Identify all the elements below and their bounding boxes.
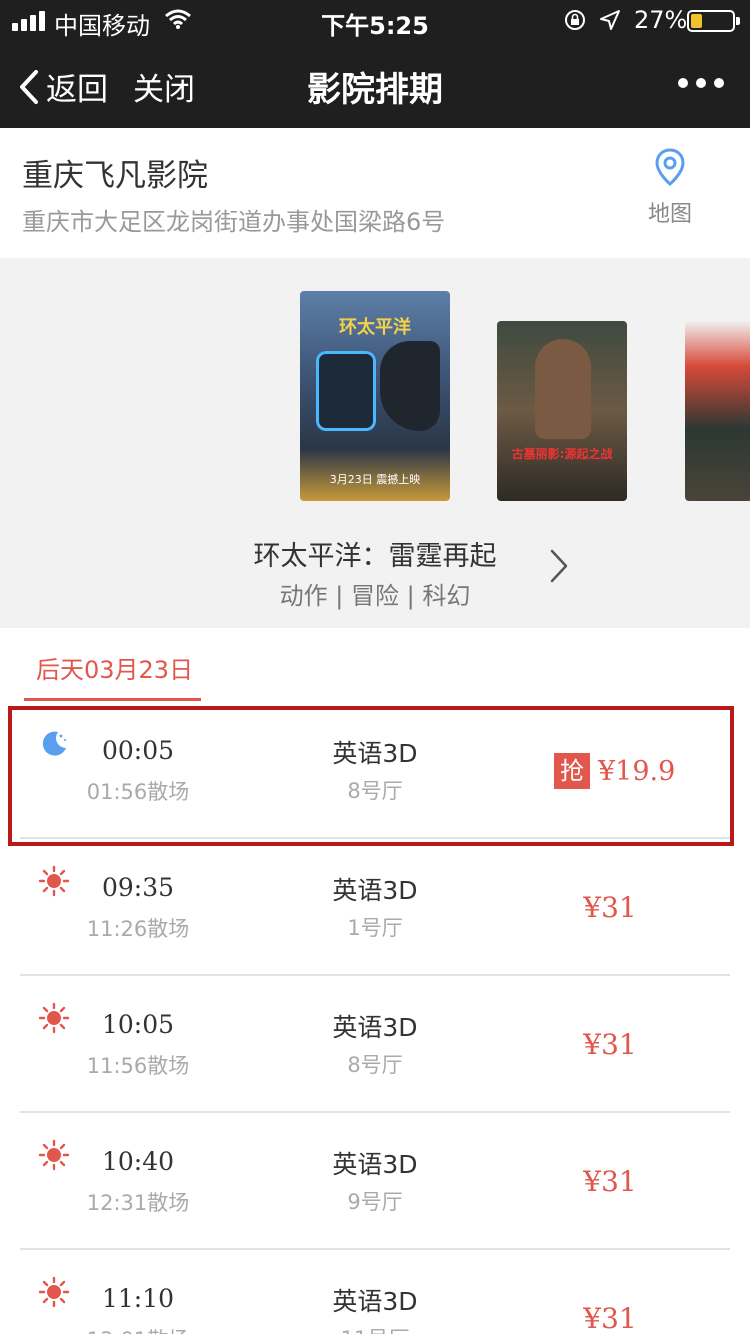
hall-number: 8号厅 [347, 779, 403, 803]
poster-artwork [535, 339, 591, 439]
showtime-row[interactable]: 10:05 11:56散场 英语3D 8号厅 ¥31 [0, 976, 750, 1113]
start-time: 10:05 [101, 1010, 175, 1039]
more-dot-icon [696, 78, 706, 88]
language-format: 英语3D [332, 1150, 418, 1179]
date-tab-bar: 后天03月23日 [0, 628, 750, 702]
cinema-address: 重庆市大足区龙岗街道办事处国梁路6号 [22, 208, 446, 236]
hall-number: 9号厅 [347, 1190, 403, 1214]
cinema-name: 重庆飞凡影院 [22, 158, 208, 194]
showtime-row[interactable]: 00:05 01:56散场 英语3D 8号厅 抢 ¥19.9 [0, 702, 750, 839]
battery-icon [687, 10, 740, 32]
ticket-price[interactable]: ¥31 [560, 1165, 660, 1198]
battery-percentage: 27% [634, 6, 688, 34]
movie-poster[interactable]: 古墓丽影:源起之战 [497, 321, 627, 501]
sun-icon [38, 1276, 70, 1308]
poster-title: 古墓丽影:源起之战 [511, 447, 613, 461]
sun-icon [38, 1139, 70, 1171]
end-time: 11:56散场 [86, 1054, 190, 1078]
start-time: 00:05 [101, 736, 175, 765]
location-arrow-icon [600, 10, 620, 30]
navigation-bar: 返回 关闭 影院排期 [0, 40, 750, 128]
showtime-row[interactable]: 10:40 12:31散场 英语3D 9号厅 ¥31 [0, 1113, 750, 1250]
start-time: 09:35 [101, 873, 175, 902]
ticket-price[interactable]: ¥31 [560, 1028, 660, 1061]
promo-price[interactable]: 抢 ¥19.9 [554, 753, 675, 789]
more-menu-button[interactable] [678, 78, 724, 88]
top-bar: 中国移动 下午5:25 27% 返回 关闭 影院排期 [0, 0, 750, 128]
battery-level [691, 14, 702, 28]
poster-title: 环太平洋 [339, 317, 411, 338]
movie-poster[interactable] [685, 321, 750, 501]
ticket-price[interactable]: ¥31 [560, 1302, 660, 1334]
ticket-price[interactable]: ¥31 [560, 891, 660, 924]
tab-active-indicator [24, 698, 201, 701]
language-format: 英语3D [332, 1013, 418, 1042]
sun-icon [38, 1002, 70, 1034]
ticket-price: ¥19.9 [598, 755, 676, 787]
cinema-header: 重庆飞凡影院 重庆市大足区龙岗街道办事处国梁路6号 地图 [0, 128, 750, 258]
hall-number: 1号厅 [347, 916, 403, 940]
moon-icon [42, 731, 66, 756]
end-time: 01:56散场 [86, 780, 190, 804]
chevron-right-icon[interactable] [548, 548, 570, 584]
sun-icon [38, 865, 70, 897]
showtime-row[interactable]: 11:10 13:01散场 英语3D 11号厅 ¥31 [0, 1250, 750, 1334]
language-format: 英语3D [332, 876, 418, 905]
map-button[interactable]: 地图 [640, 148, 700, 228]
map-label: 地图 [647, 202, 692, 227]
status-bar: 中国移动 下午5:25 27% [0, 0, 750, 40]
end-time: 12:31散场 [86, 1191, 190, 1215]
movie-genres: 动作 | 冒险 | 科幻 [279, 582, 471, 610]
start-time: 10:40 [101, 1147, 175, 1176]
poster-artwork [316, 351, 376, 431]
poster-carousel: 环太平洋 3月23日 震撼上映 古墓丽影:源起之战 环太平洋：雷霆再起 动作 |… [0, 258, 750, 628]
hall-number: 8号厅 [347, 1053, 403, 1077]
rotation-lock-icon [565, 10, 585, 30]
battery-nub [736, 17, 740, 25]
tab-date[interactable]: 后天03月23日 [36, 650, 193, 685]
map-pin-icon [655, 148, 685, 186]
start-time: 11:10 [101, 1284, 175, 1313]
poster-date: 3月23日 震撼上映 [329, 473, 421, 486]
end-time: 11:26散场 [86, 917, 190, 941]
hall-number: 11号厅 [300, 1323, 450, 1334]
end-time: 13:01散场 [80, 1324, 196, 1334]
showtime-row[interactable]: 09:35 11:26散场 英语3D 1号厅 ¥31 [0, 839, 750, 976]
movie-title: 环太平洋：雷霆再起 [253, 541, 497, 572]
more-dot-icon [714, 78, 724, 88]
promo-badge: 抢 [554, 753, 590, 789]
more-dot-icon [678, 78, 688, 88]
language-format: 英语3D [332, 1287, 418, 1316]
language-format: 英语3D [332, 739, 418, 768]
poster-artwork [380, 341, 440, 431]
page-title: 影院排期 [307, 70, 443, 110]
movie-poster-selected[interactable]: 环太平洋 3月23日 震撼上映 [300, 291, 450, 501]
